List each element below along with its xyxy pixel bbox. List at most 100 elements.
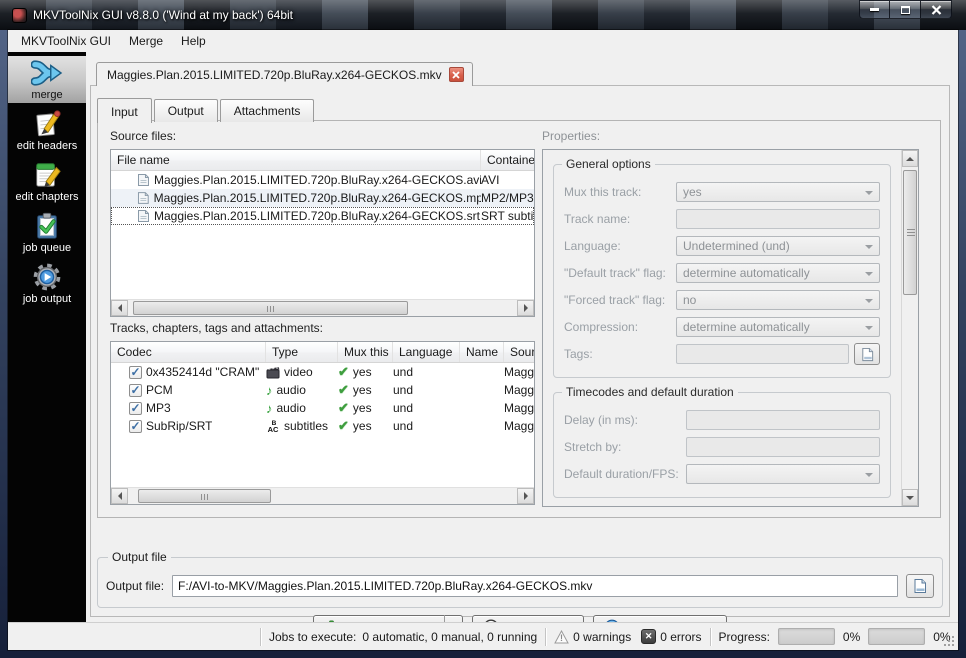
track-enabled-checkbox[interactable]: ✓ — [129, 383, 142, 397]
column-source[interactable]: Source — [504, 342, 534, 362]
source-file-row[interactable]: Maggies.Plan.2015.LIMITED.720p.BluRay.x2… — [111, 207, 534, 225]
tracks-body: ✓ 0x4352414d "CRAM" video ✔ yes und Magg… — [111, 363, 534, 487]
field-compression: Compression: determine automatically — [564, 317, 880, 337]
arrow-right-icon — [523, 304, 532, 312]
track-row[interactable]: ✓ PCM ♪ audio ✔ yes und Magg — [111, 381, 534, 399]
sidebar-item-edit-chapters[interactable]: edit chapters — [8, 158, 86, 205]
app-icon — [12, 7, 27, 23]
column-container[interactable]: Container — [481, 150, 534, 170]
scroll-right-button[interactable] — [517, 300, 534, 316]
check-icon: ✔ — [338, 364, 349, 379]
properties-vscrollbar[interactable] — [901, 150, 918, 506]
video-icon — [266, 366, 280, 378]
arrow-left-icon — [114, 304, 122, 312]
track-row[interactable]: ✓ 0x4352414d "CRAM" video ✔ yes und Magg — [111, 363, 534, 381]
compression-select[interactable]: determine automatically — [676, 317, 880, 337]
sidebar-item-merge[interactable]: merge — [8, 56, 86, 103]
track-type: video — [284, 365, 313, 379]
track-codec: SubRip/SRT — [146, 419, 213, 433]
track-enabled-checkbox[interactable]: ✓ — [129, 365, 142, 379]
tracks-hscrollbar[interactable] — [111, 487, 534, 504]
tags-input[interactable] — [676, 344, 849, 364]
titlebar[interactable]: MKVToolNix GUI v8.8.0 ('Wind at my back'… — [0, 0, 966, 30]
file-tab-close-button[interactable] — [448, 67, 464, 82]
track-row[interactable]: ✓ MP3 ♪ audio ✔ yes und Magg — [111, 399, 534, 417]
properties-label: Properties: — [542, 129, 601, 143]
sidebar-item-job-output[interactable]: job output — [8, 260, 86, 307]
source-files-hscrollbar[interactable] — [111, 299, 534, 316]
window-controls — [859, 0, 952, 19]
scroll-left-button[interactable] — [111, 488, 128, 504]
source-file-container: MP2/MP3 — [481, 191, 534, 205]
statusbar-separator — [260, 627, 261, 646]
tab-output[interactable]: Output — [153, 99, 218, 122]
group-title: Output file — [108, 550, 171, 564]
main-area: merge edit headers edit chapters job que… — [8, 52, 958, 639]
scroll-thumb[interactable] — [138, 489, 271, 503]
column-language[interactable]: Language — [393, 342, 460, 362]
resize-grip[interactable] — [943, 635, 956, 648]
sidebar-item-label: edit chapters — [15, 191, 79, 203]
column-mux-this[interactable]: Mux this — [338, 342, 393, 362]
tracks-label: Tracks, chapters, tags and attachments: — [110, 321, 323, 335]
minimize-button[interactable] — [859, 0, 890, 19]
track-row[interactable]: ✓ SubRip/SRT B AC subtitles ✔ yes und Ma… — [111, 417, 534, 435]
language-select[interactable]: Undetermined (und) — [676, 236, 880, 256]
output-file-input[interactable] — [172, 575, 898, 597]
field-track-name: Track name: — [564, 209, 880, 229]
column-name[interactable]: Name — [460, 342, 504, 362]
timecodes-group: Timecodes and default duration Delay (in… — [553, 385, 891, 498]
column-file-name[interactable]: File name — [111, 150, 481, 170]
tab-attachments[interactable]: Attachments — [219, 99, 315, 122]
sidebar-item-label: merge — [31, 89, 63, 101]
scroll-right-button[interactable] — [517, 488, 534, 504]
field-stretch-by: Stretch by: — [564, 437, 880, 457]
scroll-thumb[interactable] — [903, 170, 917, 295]
track-enabled-checkbox[interactable]: ✓ — [129, 401, 142, 415]
track-language: und — [393, 383, 414, 397]
delay-input[interactable] — [686, 410, 880, 430]
window-title: MKVToolNix GUI v8.8.0 ('Wind at my back'… — [33, 8, 293, 22]
scroll-left-button[interactable] — [111, 300, 128, 316]
close-icon — [452, 70, 460, 79]
stretch-by-input[interactable] — [686, 437, 880, 457]
default-duration-select[interactable] — [686, 464, 880, 484]
sidebar-item-edit-headers[interactable]: edit headers — [8, 107, 86, 154]
client-area: MKVToolNix GUI Merge Help merge edit hea… — [8, 30, 958, 650]
menu-help[interactable]: Help — [172, 31, 215, 51]
scroll-down-button[interactable] — [902, 489, 918, 506]
tags-browse-button[interactable] — [854, 343, 880, 365]
track-source: Maggies.Plan.2015.LIMITED.720p.BluRay.x2… — [504, 365, 534, 379]
tab-input[interactable]: Input — [97, 98, 152, 123]
file-icon — [137, 174, 149, 186]
forced-track-flag-select[interactable]: no — [676, 290, 880, 310]
source-file-row[interactable]: Maggies.Plan.2015.LIMITED.720p.BluRay.x2… — [111, 189, 534, 207]
group-title: General options — [562, 157, 655, 171]
scroll-thumb[interactable] — [133, 301, 408, 315]
track-language: und — [393, 419, 414, 433]
scroll-up-button[interactable] — [902, 150, 918, 167]
sidebar-item-job-queue[interactable]: job queue — [8, 209, 86, 256]
track-language: und — [393, 365, 414, 379]
column-type[interactable]: Type — [266, 342, 338, 362]
column-codec[interactable]: Codec — [111, 342, 266, 362]
default-track-flag-select[interactable]: determine automatically — [676, 263, 880, 283]
file-tab[interactable]: Maggies.Plan.2015.LIMITED.720p.BluRay.x2… — [96, 62, 473, 86]
source-file-row[interactable]: Maggies.Plan.2015.LIMITED.720p.BluRay.x2… — [111, 171, 534, 189]
maximize-button[interactable] — [890, 0, 921, 19]
close-button[interactable] — [921, 0, 952, 19]
browse-file-icon — [914, 579, 926, 593]
job-output-icon — [33, 263, 61, 291]
arrow-up-icon — [906, 153, 914, 161]
menu-mkvtoolnix-gui[interactable]: MKVToolNix GUI — [12, 31, 120, 51]
svg-text:AC: AC — [268, 425, 279, 433]
sidebar-item-label: job output — [22, 293, 72, 305]
output-browse-button[interactable] — [906, 574, 934, 598]
menu-merge[interactable]: Merge — [120, 31, 172, 51]
properties-content: General options Mux this track: yes Trac… — [543, 150, 901, 506]
track-name-input[interactable] — [676, 209, 880, 229]
merge-tool-content: Maggies.Plan.2015.LIMITED.720p.BluRay.x2… — [86, 52, 958, 639]
error-icon: ✕ — [641, 629, 657, 644]
track-enabled-checkbox[interactable]: ✓ — [129, 419, 142, 433]
mux-this-track-select[interactable]: yes — [676, 182, 880, 202]
